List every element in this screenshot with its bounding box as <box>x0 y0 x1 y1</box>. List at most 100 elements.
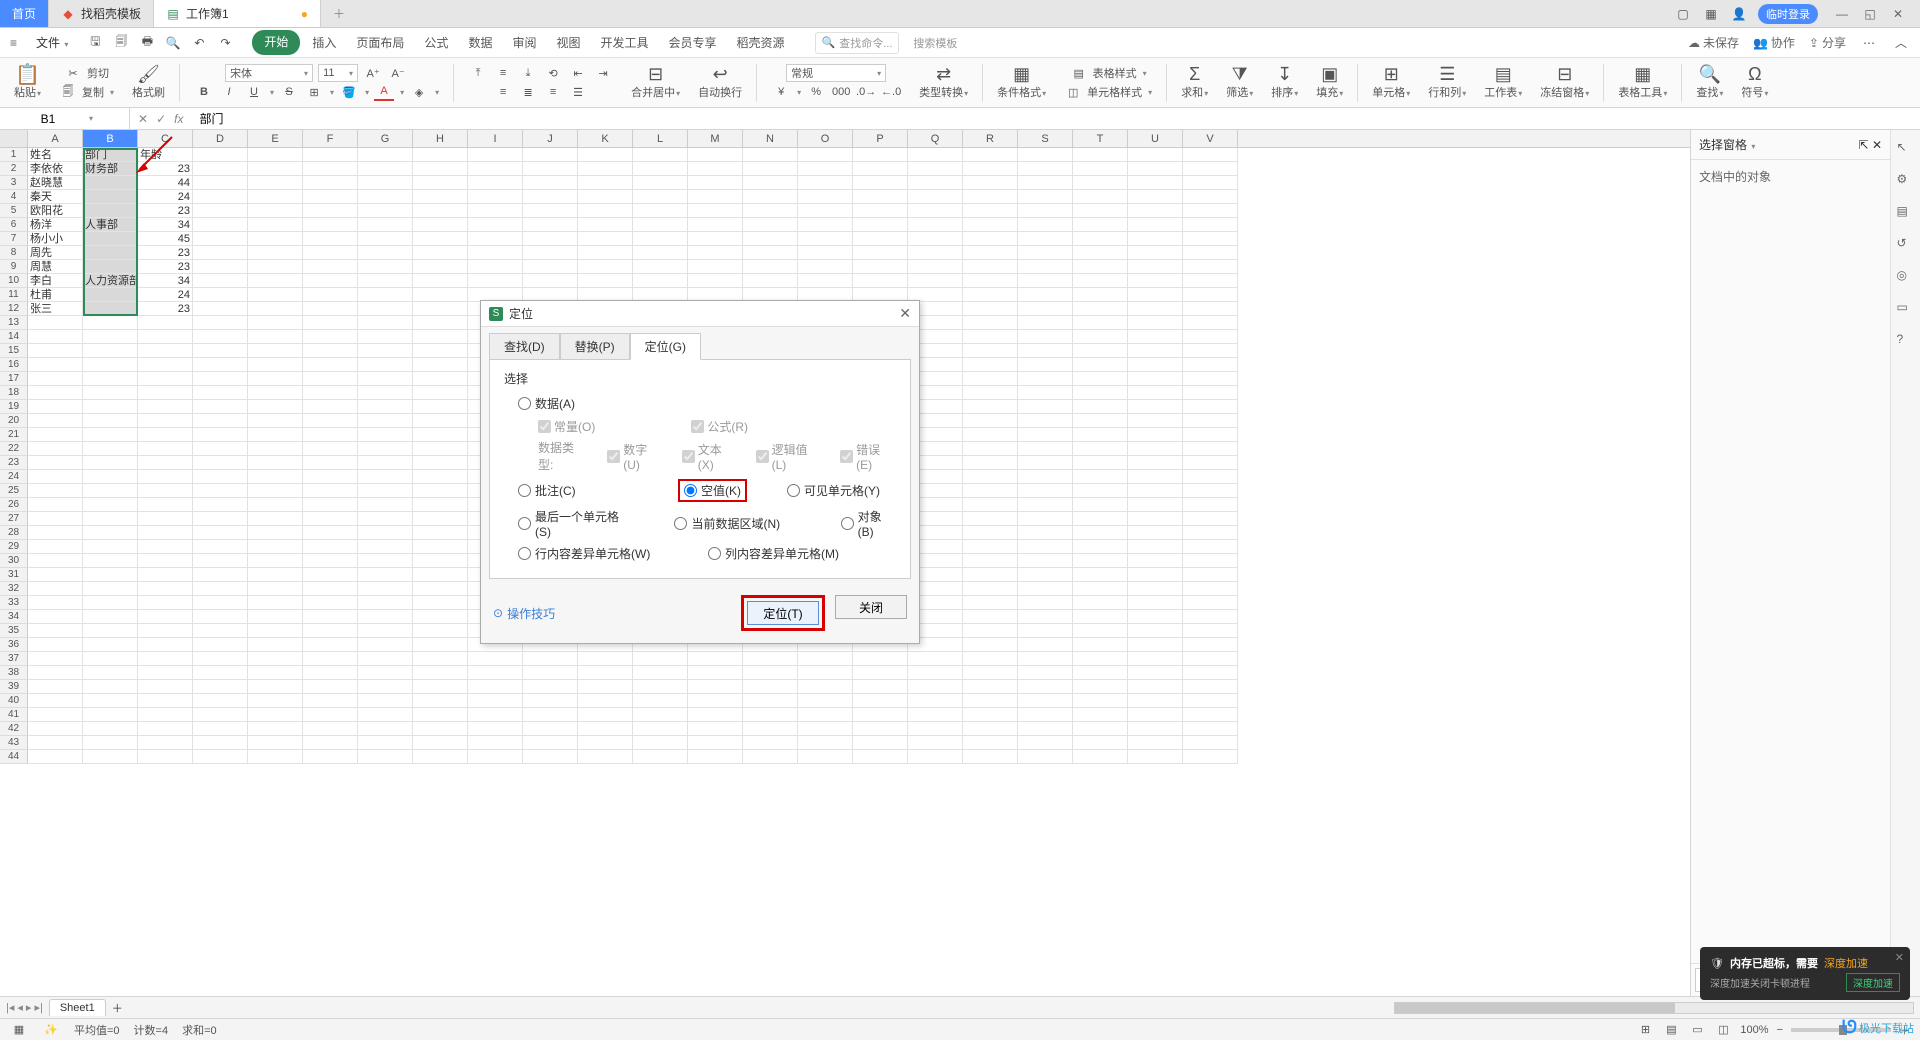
cell-E40[interactable] <box>248 694 303 708</box>
cell-T33[interactable] <box>1073 596 1128 610</box>
cell-E30[interactable] <box>248 554 303 568</box>
cell-R42[interactable] <box>963 722 1018 736</box>
cell-T28[interactable] <box>1073 526 1128 540</box>
cell-D16[interactable] <box>193 358 248 372</box>
cell-B33[interactable] <box>83 596 138 610</box>
cell-Q42[interactable] <box>908 722 963 736</box>
cell-R38[interactable] <box>963 666 1018 680</box>
cell-K1[interactable] <box>578 148 633 162</box>
cell-F29[interactable] <box>303 540 358 554</box>
cell-P40[interactable] <box>853 694 908 708</box>
row-header-20[interactable]: 20 <box>0 414 28 428</box>
cell-N9[interactable] <box>743 260 798 274</box>
row-header-5[interactable]: 5 <box>0 204 28 218</box>
cell-L10[interactable] <box>633 274 688 288</box>
cell-V27[interactable] <box>1183 512 1238 526</box>
cell-E3[interactable] <box>248 176 303 190</box>
cell-F4[interactable] <box>303 190 358 204</box>
cell-F41[interactable] <box>303 708 358 722</box>
cell-R17[interactable] <box>963 372 1018 386</box>
cell-R20[interactable] <box>963 414 1018 428</box>
cell-J4[interactable] <box>523 190 578 204</box>
col-header-V[interactable]: V <box>1183 130 1238 147</box>
cell-E5[interactable] <box>248 204 303 218</box>
align-bottom-icon[interactable]: ⤓ <box>518 64 538 82</box>
cell-R37[interactable] <box>963 652 1018 666</box>
row-header-31[interactable]: 31 <box>0 568 28 582</box>
cell-C25[interactable] <box>138 484 193 498</box>
cell-G15[interactable] <box>358 344 413 358</box>
cell-G33[interactable] <box>358 596 413 610</box>
cell-O38[interactable] <box>798 666 853 680</box>
cell-V28[interactable] <box>1183 526 1238 540</box>
cell-S6[interactable] <box>1018 218 1073 232</box>
freeze-button[interactable]: ⊟冻结窗格▾ <box>1536 65 1593 100</box>
cell-H38[interactable] <box>413 666 468 680</box>
cell-G35[interactable] <box>358 624 413 638</box>
increase-font-icon[interactable]: A⁺ <box>363 64 383 82</box>
cell-F3[interactable] <box>303 176 358 190</box>
row-header-1[interactable]: 1 <box>0 148 28 162</box>
cell-M4[interactable] <box>688 190 743 204</box>
cell-A23[interactable] <box>28 456 83 470</box>
strike-icon[interactable]: S <box>279 83 299 101</box>
cell-F14[interactable] <box>303 330 358 344</box>
cell-N2[interactable] <box>743 162 798 176</box>
cell-L38[interactable] <box>633 666 688 680</box>
cell-F26[interactable] <box>303 498 358 512</box>
percent-icon[interactable]: % <box>806 83 826 101</box>
menu-tab-0[interactable]: 开始 <box>252 30 300 55</box>
cell-R32[interactable] <box>963 582 1018 596</box>
cell-H39[interactable] <box>413 680 468 694</box>
dialog-tab-replace[interactable]: 替换(P) <box>560 333 630 360</box>
cell-A37[interactable] <box>28 652 83 666</box>
align-center-icon[interactable]: ≣ <box>518 83 538 101</box>
border-icon[interactable]: ⊞ <box>304 83 324 101</box>
cell-R36[interactable] <box>963 638 1018 652</box>
cell-I37[interactable] <box>468 652 523 666</box>
cell-O6[interactable] <box>798 218 853 232</box>
row-header-29[interactable]: 29 <box>0 540 28 554</box>
cell-M39[interactable] <box>688 680 743 694</box>
cell-N4[interactable] <box>743 190 798 204</box>
cell-A35[interactable] <box>28 624 83 638</box>
cell-C44[interactable] <box>138 750 193 764</box>
cell-N38[interactable] <box>743 666 798 680</box>
cell-P8[interactable] <box>853 246 908 260</box>
cell-B14[interactable] <box>83 330 138 344</box>
search-command-input[interactable]: 🔍 查找命令... <box>815 32 900 54</box>
cell-U22[interactable] <box>1128 442 1183 456</box>
align-middle-icon[interactable]: ≡ <box>493 64 513 82</box>
cell-D10[interactable] <box>193 274 248 288</box>
close-button[interactable]: ✕ <box>1884 3 1912 25</box>
cell-T11[interactable] <box>1073 288 1128 302</box>
cell-U17[interactable] <box>1128 372 1183 386</box>
col-header-O[interactable]: O <box>798 130 853 147</box>
col-header-C[interactable]: C <box>138 130 193 147</box>
cancel-fx-icon[interactable]: ✕ <box>138 112 148 126</box>
cell-M38[interactable] <box>688 666 743 680</box>
cell-F37[interactable] <box>303 652 358 666</box>
cell-E44[interactable] <box>248 750 303 764</box>
cell-D24[interactable] <box>193 470 248 484</box>
cell-G1[interactable] <box>358 148 413 162</box>
cell-G39[interactable] <box>358 680 413 694</box>
cell-T22[interactable] <box>1073 442 1128 456</box>
cell-D3[interactable] <box>193 176 248 190</box>
cell-T14[interactable] <box>1073 330 1128 344</box>
cell-U32[interactable] <box>1128 582 1183 596</box>
row-header-35[interactable]: 35 <box>0 624 28 638</box>
cell-P38[interactable] <box>853 666 908 680</box>
cell-H8[interactable] <box>413 246 468 260</box>
cell-R23[interactable] <box>963 456 1018 470</box>
col-header-U[interactable]: U <box>1128 130 1183 147</box>
cell-A42[interactable] <box>28 722 83 736</box>
goto-close-button[interactable]: 关闭 <box>835 595 907 619</box>
indent-inc-icon[interactable]: ⇥ <box>593 64 613 82</box>
cell-S19[interactable] <box>1018 400 1073 414</box>
cell-C21[interactable] <box>138 428 193 442</box>
cell-P6[interactable] <box>853 218 908 232</box>
cell-S7[interactable] <box>1018 232 1073 246</box>
cell-K2[interactable] <box>578 162 633 176</box>
cell-K44[interactable] <box>578 750 633 764</box>
